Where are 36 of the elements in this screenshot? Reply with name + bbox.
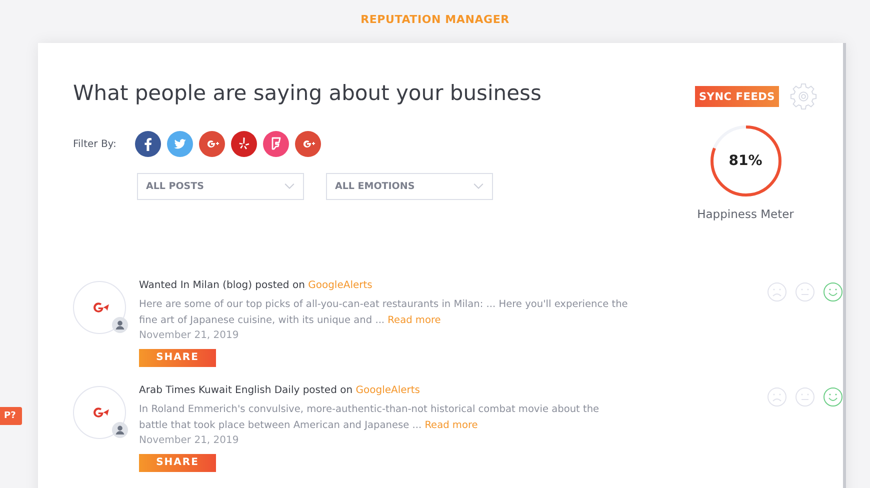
- foursquare-filter-icon[interactable]: [263, 131, 289, 157]
- page-heading: What people are saying about your business: [73, 80, 542, 107]
- chevron-down-icon: [284, 183, 295, 190]
- neutral-face-icon[interactable]: [795, 386, 815, 406]
- chevron-down-icon: [473, 183, 484, 190]
- twitter-filter-icon[interactable]: [167, 131, 193, 157]
- share-button[interactable]: SHARE: [139, 454, 216, 472]
- share-button[interactable]: SHARE: [139, 348, 216, 366]
- sad-face-icon[interactable]: [767, 282, 787, 302]
- yelp-filter-icon[interactable]: [231, 131, 257, 157]
- post-title: Wanted In Milan (blog) posted on GoogleAlerts: [139, 278, 374, 292]
- settings-icon[interactable]: [789, 82, 818, 111]
- sad-face-icon[interactable]: [767, 386, 787, 406]
- help-tab[interactable]: P?: [0, 407, 22, 425]
- gplus-filter-icon[interactable]: [199, 131, 225, 157]
- read-more-link[interactable]: Read more: [424, 420, 478, 430]
- filter-dropdown[interactable]: ALL POSTS: [137, 173, 304, 200]
- source-link[interactable]: GoogleAlerts: [356, 384, 420, 396]
- post-date: November 21, 2019: [139, 434, 240, 446]
- sync-feeds-button[interactable]: SYNC FEEDS: [695, 86, 779, 107]
- facebook-filter-icon[interactable]: [135, 131, 161, 157]
- post-excerpt: In Roland Emmerich's convulsive, more-authentic-than-not historical combat movie about the battle that took place between American and Japanese ... Read more: [139, 402, 600, 432]
- galerts-filter-icon[interactable]: [295, 131, 321, 157]
- neutral-face-icon[interactable]: [795, 282, 815, 302]
- happy-face-icon[interactable]: [823, 386, 843, 406]
- post-excerpt: Here are some of our top picks of all-you-can-eat restaurants in Milan: ... Here you'll experience the fine art of Japanese cuisine, with its unique and ... Read more: [139, 298, 629, 328]
- app-title: REPUTATION MANAGER: [360, 13, 510, 28]
- read-more-link[interactable]: Read more: [388, 314, 441, 326]
- filter-label: Filter By:: [73, 138, 118, 150]
- meter-label: Happiness Meter: [697, 207, 794, 221]
- post-date: November 21, 2019: [139, 328, 240, 342]
- source-link[interactable]: GoogleAlerts: [308, 280, 372, 290]
- filter-dropdown[interactable]: ALL EMOTIONS: [326, 173, 493, 200]
- post-title: Arab Times Kuwait English Daily posted on GoogleAlerts: [139, 384, 422, 398]
- meter-value: 81%: [728, 153, 762, 169]
- happy-face-icon[interactable]: [823, 282, 843, 302]
